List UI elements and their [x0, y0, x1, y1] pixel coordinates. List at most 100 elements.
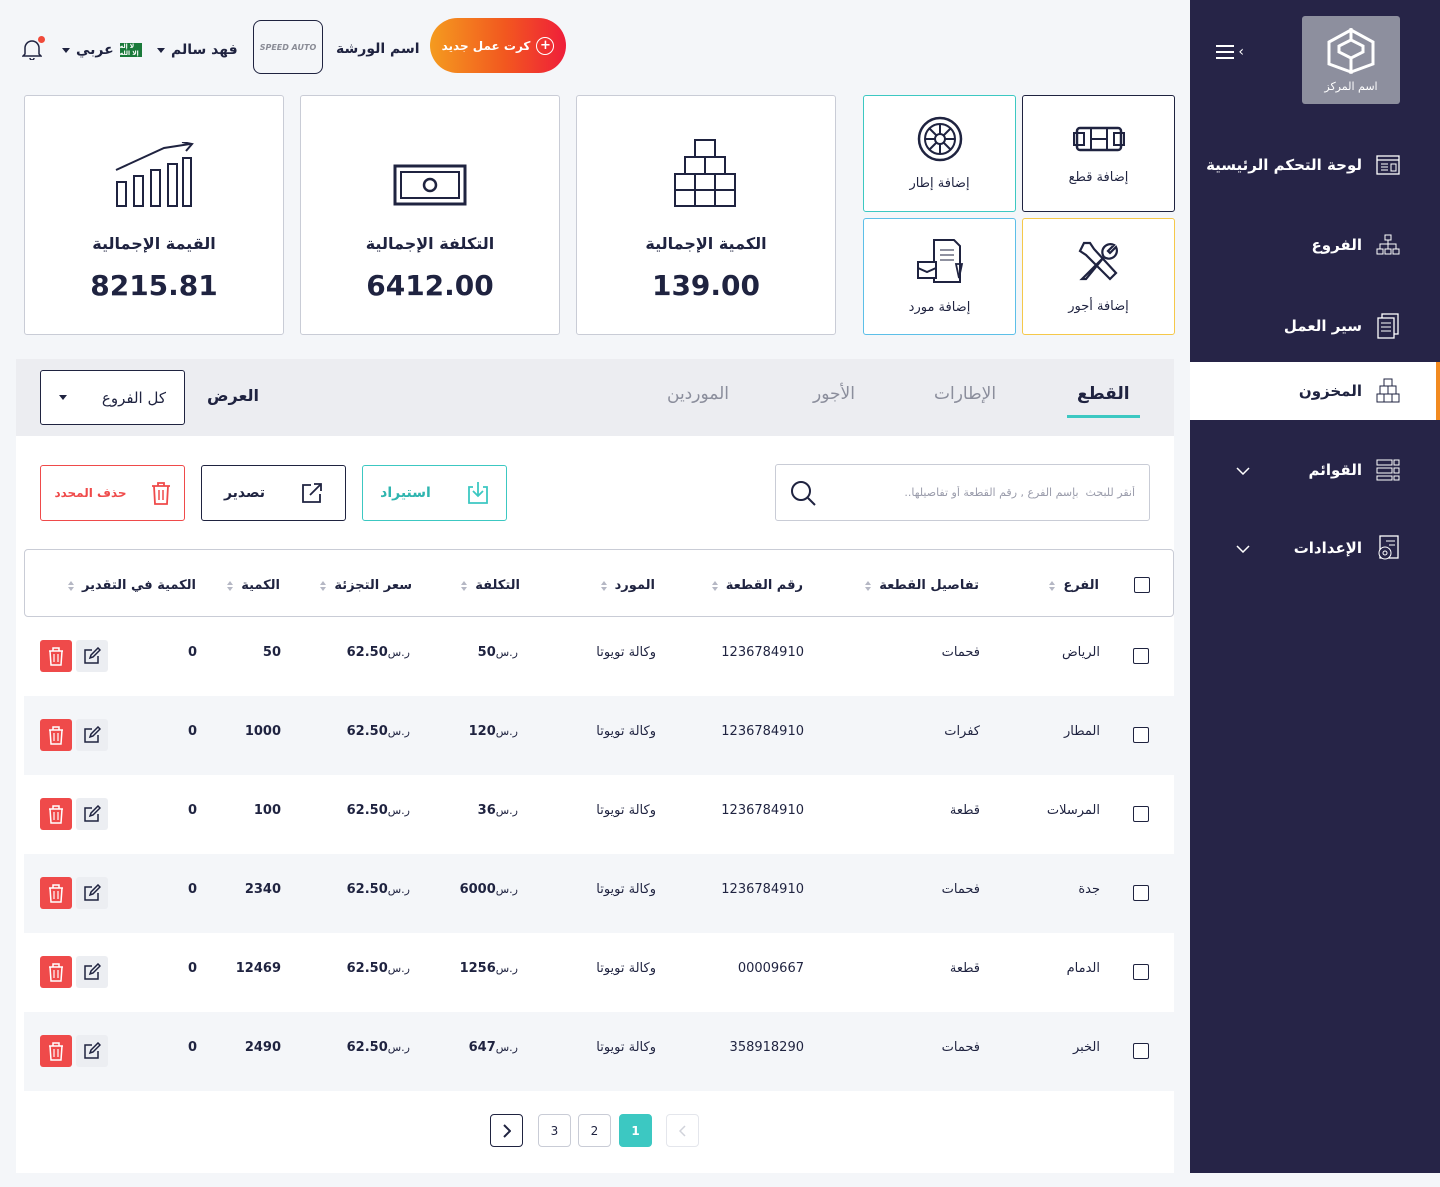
documents-icon — [1376, 313, 1400, 339]
cost-value: 647 — [468, 1040, 496, 1055]
edit-button[interactable] — [76, 640, 108, 672]
next-page-button[interactable] — [490, 1114, 523, 1147]
center-logo[interactable]: اسم المركز — [1302, 16, 1400, 104]
column-header-est-qty[interactable]: الكمية في التقدير — [68, 578, 196, 593]
row-checkbox[interactable] — [1133, 885, 1149, 901]
tab-labor[interactable]: الأجور — [813, 384, 855, 404]
language-selector[interactable]: عربي ﻻ إله إﻻ الله — [62, 42, 142, 58]
column-header-branch[interactable]: الفرع — [1049, 578, 1099, 593]
import-label: استيراد — [380, 485, 431, 501]
sidebar-item-dashboard[interactable]: لوحة التحكم الرئيسية — [1190, 136, 1440, 194]
column-header-part-no[interactable]: رقم القطعة — [711, 578, 803, 593]
hierarchy-icon — [1376, 233, 1400, 257]
row-checkbox[interactable] — [1133, 806, 1149, 822]
delete-button[interactable] — [40, 719, 72, 751]
external-link-icon — [302, 483, 322, 503]
sidebar-item-branches[interactable]: الفروع — [1190, 216, 1440, 274]
column-label: المورد — [614, 578, 655, 593]
cell-qty: 50 — [262, 645, 281, 660]
edit-button[interactable] — [76, 1035, 108, 1067]
column-header-cost[interactable]: التكلفة — [461, 578, 520, 593]
notifications-bell[interactable] — [21, 36, 45, 64]
sidebar-item-settings[interactable]: الإعدادات — [1190, 519, 1440, 577]
search-icon[interactable] — [790, 480, 816, 506]
delete-button[interactable] — [40, 877, 72, 909]
add-supplier-button[interactable]: إضافة مورد — [863, 218, 1016, 335]
sidebar-toggle[interactable]: ‹ — [1216, 44, 1244, 60]
delete-button[interactable] — [40, 956, 72, 988]
branch-filter-select[interactable]: كل الفروع — [40, 370, 185, 425]
chevron-down-icon[interactable] — [1236, 539, 1250, 557]
trash-icon — [49, 804, 63, 824]
edit-button[interactable] — [76, 798, 108, 830]
cell-est-qty: 0 — [187, 645, 197, 660]
delete-button[interactable] — [40, 640, 72, 672]
cell-qty: 12469 — [235, 961, 281, 976]
tab-suppliers[interactable]: الموردين — [667, 384, 729, 404]
page-button[interactable]: 1 — [619, 1114, 652, 1147]
delete-button[interactable] — [40, 798, 72, 830]
currency-label: ر.س — [387, 1041, 410, 1054]
sidebar-item-label: سير العمل — [1283, 317, 1362, 335]
cost-value: 120 — [468, 724, 496, 739]
row-checkbox[interactable] — [1133, 964, 1149, 980]
retail-value: 62.50 — [346, 882, 388, 897]
delete-selected-button[interactable]: حذف المحدد — [40, 465, 185, 521]
sort-icon — [600, 580, 607, 591]
add-labor-button[interactable]: إضافة أجور — [1022, 218, 1175, 335]
user-menu[interactable]: فهد سالم — [157, 42, 238, 58]
flag-text: ﻻ إله إﻻ الله — [119, 43, 139, 57]
sidebar-item-workflow[interactable]: سير العمل — [1190, 297, 1440, 355]
tab-tires[interactable]: الإطارات — [934, 384, 996, 404]
new-job-card-button[interactable]: كرت عمل جديد + — [430, 18, 566, 73]
page-button[interactable]: 3 — [538, 1114, 571, 1147]
edit-icon — [84, 647, 101, 664]
edit-button[interactable] — [76, 719, 108, 751]
growth-chart-icon — [114, 136, 194, 208]
cost-value: 6000 — [459, 882, 496, 897]
notification-dot — [38, 36, 45, 43]
cell-qty: 2490 — [244, 1040, 281, 1055]
new-job-card-label: كرت عمل جديد — [441, 38, 531, 53]
column-header-details[interactable]: تفاصيل القطعة — [865, 578, 979, 593]
column-header-qty[interactable]: الكمية — [227, 578, 280, 593]
add-parts-button[interactable]: إضافة قطع — [1022, 95, 1175, 212]
tab-parts[interactable]: القطع — [1067, 384, 1140, 418]
row-checkbox[interactable] — [1133, 1043, 1149, 1059]
chevron-down-icon[interactable] — [1236, 461, 1250, 479]
column-header-retail[interactable]: سعر التجزئة — [320, 578, 412, 593]
currency-label: ر.س — [495, 725, 518, 738]
export-button[interactable]: تصدير — [201, 465, 346, 521]
edit-button[interactable] — [76, 956, 108, 988]
add-tire-button[interactable]: إضافة إطار — [863, 95, 1016, 212]
plus-circle-icon: + — [536, 36, 555, 55]
sidebar: اسم المركز ‹ لوحة التحكم الرئيسية الفروع… — [1190, 0, 1440, 1173]
sidebar-item-inventory[interactable]: المخزون — [1190, 362, 1440, 420]
currency-label: ر.س — [495, 962, 518, 975]
chevron-left-icon: ‹ — [1238, 44, 1244, 60]
select-all-checkbox[interactable] — [1134, 577, 1150, 593]
cell-part-no: 00009667 — [737, 961, 804, 976]
import-button[interactable]: استيراد — [362, 465, 507, 521]
sidebar-item-label: الفروع — [1311, 236, 1362, 254]
search-input[interactable] — [845, 486, 1135, 499]
sidebar-item-lists[interactable]: القوائم — [1190, 441, 1440, 499]
trash-icon — [49, 883, 63, 903]
column-header-supplier[interactable]: المورد — [600, 578, 655, 593]
page-button[interactable]: 2 — [578, 1114, 611, 1147]
cell-branch: الخبر — [1072, 1040, 1100, 1055]
cell-part-no: 1236784910 — [721, 803, 804, 818]
cell-details: قطعة — [949, 961, 980, 976]
row-checkbox[interactable] — [1133, 648, 1149, 664]
edit-button[interactable] — [76, 877, 108, 909]
retail-value: 62.50 — [346, 645, 388, 660]
row-checkbox[interactable] — [1133, 727, 1149, 743]
cell-supplier: وكالة تويوتا — [596, 803, 656, 818]
stat-value: 8215.81 — [90, 269, 218, 302]
cell-part-no: 358918290 — [729, 1040, 804, 1055]
prev-page-button[interactable] — [666, 1114, 699, 1147]
currency-label: ر.س — [495, 804, 518, 817]
delete-button[interactable] — [40, 1035, 72, 1067]
list-icon — [1376, 458, 1400, 482]
cell-details: كفرات — [944, 724, 980, 739]
